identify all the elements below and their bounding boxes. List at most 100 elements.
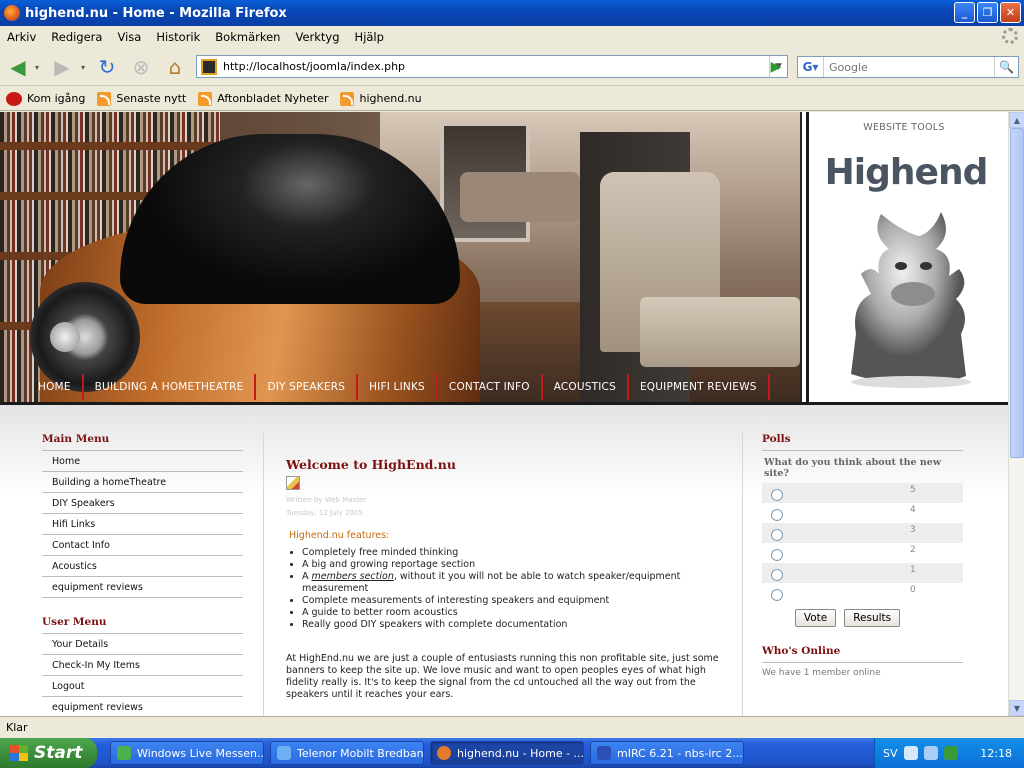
article: Welcome to HighEnd.nu Written by Web Mas… xyxy=(286,457,726,701)
back-dropdown-icon[interactable]: ▾ xyxy=(32,54,42,80)
main-menu-home[interactable]: Home xyxy=(42,451,243,472)
signal-icon[interactable] xyxy=(943,746,958,760)
task-mirc[interactable]: mIRC 6.21 - nbs-irc 2... xyxy=(590,741,744,765)
poll-radio[interactable] xyxy=(771,489,783,501)
nav-contact-info[interactable]: CONTACT INFO xyxy=(438,374,543,400)
throbber-icon xyxy=(1002,28,1018,44)
firefox-icon xyxy=(4,5,20,21)
website-tools-label: WEBSITE TOOLS xyxy=(863,122,945,133)
window-title: highend.nu - Home - Mozilla Firefox xyxy=(25,5,287,21)
menu-arkiv[interactable]: Arkiv xyxy=(0,30,44,44)
bookmark-senaste-nytt[interactable]: Senaste nytt xyxy=(97,91,186,106)
list-item: Complete measurements of interesting spe… xyxy=(302,595,726,607)
go-icon[interactable]: ▶ xyxy=(766,57,786,77)
article-author: Written by Web Master xyxy=(286,496,367,504)
results-button[interactable]: Results xyxy=(844,609,901,627)
bookmark-kom-igang[interactable]: Kom igång xyxy=(6,91,85,106)
main-menu: Home Building a homeTheatre DIY Speakers… xyxy=(42,451,243,598)
minimize-button[interactable]: _ xyxy=(954,2,975,23)
search-engine-icon[interactable]: G▾ xyxy=(798,57,824,77)
page-viewport: HOME BUILDING A HOMETHEATRE DIY SPEAKERS… xyxy=(0,112,1008,716)
poll-radio[interactable] xyxy=(771,549,783,561)
list-item: Completely free minded thinking xyxy=(302,547,726,559)
restore-button[interactable]: ❐ xyxy=(977,2,998,23)
network-icon[interactable] xyxy=(903,746,918,760)
bookmark-aftonbladet[interactable]: Aftonbladet Nyheter xyxy=(198,91,328,106)
main-menu-hifi-links[interactable]: Hifi Links xyxy=(42,514,243,535)
stop-icon[interactable]: ⊗ xyxy=(128,54,154,80)
poll-radio[interactable] xyxy=(771,509,783,521)
forward-dropdown-icon[interactable]: ▾ xyxy=(78,54,88,80)
nav-diy-speakers[interactable]: DIY SPEAKERS xyxy=(256,374,359,400)
task-firefox[interactable]: highend.nu - Home - ... xyxy=(430,741,584,765)
menu-historik[interactable]: Historik xyxy=(149,30,208,44)
scroll-down-icon[interactable]: ▼ xyxy=(1009,700,1024,716)
start-button[interactable]: Start xyxy=(0,738,97,768)
forward-icon[interactable]: ▶ xyxy=(48,54,76,80)
task-telenor[interactable]: Telenor Mobilt Bredband xyxy=(270,741,424,765)
left-column: Main Menu Home Building a homeTheatre DI… xyxy=(42,433,243,716)
nav-equipment-reviews[interactable]: EQUIPMENT REVIEWS xyxy=(629,374,770,400)
scroll-thumb[interactable] xyxy=(1010,128,1024,458)
nav-home[interactable]: HOME xyxy=(28,374,84,400)
vote-button[interactable]: Vote xyxy=(794,609,837,627)
poll-option[interactable]: 1 xyxy=(762,563,963,583)
search-icon[interactable]: 🔍 xyxy=(994,57,1018,77)
messenger-icon xyxy=(117,746,131,760)
menu-bokmarken[interactable]: Bokmärken xyxy=(208,30,288,44)
site-logo: Highend xyxy=(824,152,989,193)
nav-acoustics[interactable]: ACOUSTICS xyxy=(543,374,629,400)
poll-option[interactable]: 5 xyxy=(762,483,963,503)
list-item: A guide to better room acoustics xyxy=(302,607,726,619)
user-menu-equipment[interactable]: equipment reviews xyxy=(42,697,243,716)
reload-icon[interactable]: ↻ xyxy=(94,54,120,80)
menu-verktyg[interactable]: Verktyg xyxy=(288,30,347,44)
main-menu-equipment[interactable]: equipment reviews xyxy=(42,577,243,598)
main-menu-acoustics[interactable]: Acoustics xyxy=(42,556,243,577)
windows-logo-icon xyxy=(10,745,28,761)
search-input[interactable] xyxy=(824,58,994,76)
poll-option[interactable]: 3 xyxy=(762,523,963,543)
firefox-icon xyxy=(437,746,451,760)
poll-option[interactable]: 0 xyxy=(762,583,963,603)
article-paragraph: At HighEnd.nu we are just a couple of en… xyxy=(286,653,719,700)
back-icon[interactable]: ◀ xyxy=(4,54,32,80)
nav-building-hometheatre[interactable]: BUILDING A HOMETHEATRE xyxy=(84,374,257,400)
search-box: G▾ 🔍 xyxy=(797,56,1019,78)
poll-radio[interactable] xyxy=(771,529,783,541)
close-button[interactable]: ✕ xyxy=(1000,2,1021,23)
user-menu-title: User Menu xyxy=(42,616,243,634)
address-bar[interactable]: http://localhost/joomla/index.php ▼ xyxy=(196,55,788,78)
vertical-scrollbar[interactable]: ▲ ▼ xyxy=(1008,112,1024,716)
menu-visa[interactable]: Visa xyxy=(110,30,149,44)
menu-hjalp[interactable]: Hjälp xyxy=(348,30,392,44)
poll-option[interactable]: 4 xyxy=(762,503,963,523)
header-photo: HOME BUILDING A HOMETHEATRE DIY SPEAKERS… xyxy=(0,112,802,402)
edit-icon[interactable] xyxy=(286,476,300,490)
menu-redigera[interactable]: Redigera xyxy=(44,30,110,44)
bookmark-highend[interactable]: highend.nu xyxy=(340,91,422,106)
main-menu-building[interactable]: Building a homeTheatre xyxy=(42,472,243,493)
display-icon[interactable] xyxy=(923,746,938,760)
mirc-icon xyxy=(597,746,611,760)
user-menu-checkin[interactable]: Check-In My Items xyxy=(42,655,243,676)
poll-radio[interactable] xyxy=(771,589,783,601)
user-menu-logout[interactable]: Logout xyxy=(42,676,243,697)
main-menu-contact[interactable]: Contact Info xyxy=(42,535,243,556)
main-menu-diy[interactable]: DIY Speakers xyxy=(42,493,243,514)
telenor-icon xyxy=(277,746,291,760)
status-text: Klar xyxy=(6,721,28,734)
article-title[interactable]: Welcome to HighEnd.nu xyxy=(286,457,726,472)
user-menu-details[interactable]: Your Details xyxy=(42,634,243,655)
poll-option[interactable]: 2 xyxy=(762,543,963,563)
home-icon[interactable]: ⌂ xyxy=(162,54,188,80)
scroll-up-icon[interactable]: ▲ xyxy=(1009,112,1024,128)
nav-hifi-links[interactable]: HIFI LINKS xyxy=(358,374,438,400)
task-windows-live-messenger[interactable]: Windows Live Messen... xyxy=(110,741,264,765)
getting-started-icon xyxy=(6,91,22,106)
page-content: Main Menu Home Building a homeTheatre DI… xyxy=(0,405,1008,716)
poll-radio[interactable] xyxy=(771,569,783,581)
taskbar: Start Windows Live Messen... Telenor Mob… xyxy=(0,738,1024,768)
language-indicator[interactable]: SV xyxy=(883,747,898,760)
members-section-link[interactable]: members section xyxy=(312,571,394,582)
